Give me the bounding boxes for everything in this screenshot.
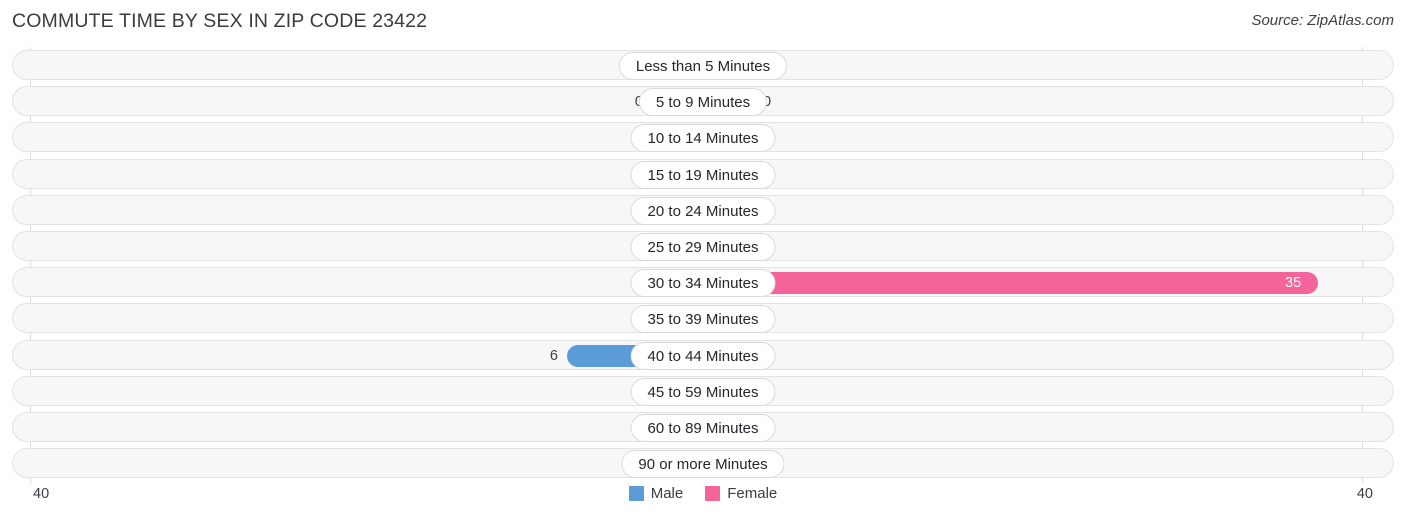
page-title: COMMUTE TIME BY SEX IN ZIP CODE 23422 (12, 10, 428, 32)
bar-female (703, 272, 1318, 295)
row-track: 0010 to 14 Minutes (13, 123, 1393, 153)
row-track: 005 to 9 Minutes (13, 87, 1393, 117)
table-row[interactable]: 03530 to 34 Minutes (12, 267, 1394, 298)
row-track: 0060 to 89 Minutes (13, 413, 1393, 442)
table-row[interactable]: 005 to 9 Minutes (12, 86, 1394, 117)
plot-area: 00Less than 5 Minutes 005 to 9 Minutes 001… (0, 47, 1406, 483)
row-track: 0025 to 29 Minutes (13, 232, 1393, 261)
table-row[interactable]: 0035 to 39 Minutes (12, 303, 1394, 334)
table-row[interactable]: 0025 to 29 Minutes (12, 231, 1394, 261)
legend-swatch-female-icon (705, 486, 721, 501)
chart-header: COMMUTE TIME BY SEX IN ZIP CODE 23422 So… (0, 0, 1406, 44)
category-label-pill: 30 to 34 Minutes (630, 269, 776, 298)
category-label-pill: 90 or more Minutes (621, 450, 785, 479)
category-label-pill: 40 to 44 Minutes (630, 341, 776, 370)
table-row[interactable]: 00Less than 5 Minutes (12, 50, 1394, 80)
legend-label-male: Male (650, 485, 684, 502)
row-track: 0035 to 39 Minutes (13, 304, 1393, 334)
legend-item-male[interactable]: Male (628, 485, 684, 502)
legend-item-female[interactable]: Female (705, 485, 777, 502)
category-label-pill: 20 to 24 Minutes (630, 196, 776, 225)
category-label-pill: 60 to 89 Minutes (630, 414, 776, 442)
category-label-pill: Less than 5 Minutes (618, 52, 788, 80)
table-row[interactable]: 0045 to 59 Minutes (12, 375, 1394, 406)
legend-label-female: Female (727, 485, 778, 502)
row-track: 0020 to 24 Minutes (13, 196, 1393, 225)
category-label-pill: 15 to 19 Minutes (630, 160, 776, 189)
category-label-pill: 25 to 29 Minutes (630, 233, 776, 261)
table-row[interactable]: 0010 to 14 Minutes (12, 122, 1394, 153)
table-row[interactable]: 0015 to 19 Minutes (12, 158, 1394, 189)
category-label-pill: 35 to 39 Minutes (630, 305, 776, 334)
row-track: 00Less than 5 Minutes (13, 51, 1393, 80)
chart-page: COMMUTE TIME BY SEX IN ZIP CODE 23422 So… (0, 0, 1406, 522)
row-track: 0045 to 59 Minutes (13, 377, 1393, 406)
table-row[interactable]: 0060 to 89 Minutes (12, 412, 1394, 442)
value-label-male: 6 (549, 347, 558, 364)
legend-swatch-male-icon (628, 486, 644, 501)
row-track: 0015 to 19 Minutes (13, 160, 1393, 189)
category-label-pill: 45 to 59 Minutes (630, 377, 776, 406)
source-attribution: Source: ZipAtlas.com (1251, 12, 1394, 29)
table-row[interactable]: 0020 to 24 Minutes (12, 194, 1394, 225)
category-label-pill: 10 to 14 Minutes (630, 124, 776, 153)
category-label-pill: 5 to 9 Minutes (638, 88, 768, 117)
row-track: 03530 to 34 Minutes (13, 268, 1393, 298)
table-row[interactable]: 0090 or more Minutes (12, 448, 1394, 479)
bar-rows: 00Less than 5 Minutes 005 to 9 Minutes 001… (0, 47, 1406, 483)
chart-legend: Male Female (0, 485, 1406, 502)
row-track: 0090 or more Minutes (13, 449, 1393, 479)
table-row[interactable]: 6040 to 44 Minutes (12, 339, 1394, 370)
row-track: 6040 to 44 Minutes (13, 341, 1393, 370)
value-label-female: 35 (1285, 275, 1302, 292)
